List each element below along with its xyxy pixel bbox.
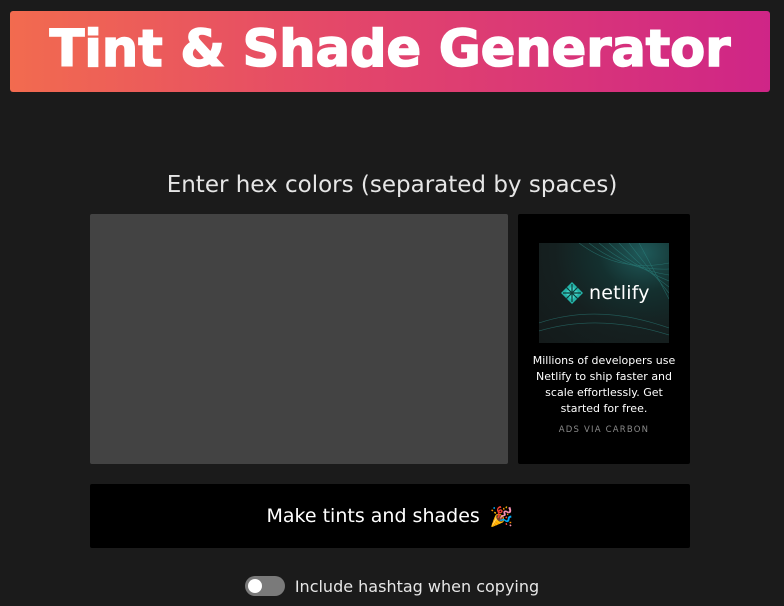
ad-image[interactable]: netlify [539, 243, 669, 343]
carbon-ad[interactable]: netlify Millions of developers use Netli… [518, 214, 690, 464]
header-banner: Tint & Shade Generator [10, 11, 770, 92]
ads-via-carbon-link[interactable]: ADS VIA CARBON [518, 425, 690, 435]
make-tints-shades-button[interactable]: Make tints and shades 🎉 [90, 484, 690, 548]
make-button-label: Make tints and shades [266, 505, 480, 527]
hex-colors-input[interactable] [90, 214, 508, 464]
netlify-logo: netlify [561, 282, 650, 304]
hashtag-option: Include hashtag when copying [0, 576, 784, 596]
hashtag-toggle[interactable] [244, 576, 285, 596]
color-input-prompt: Enter hex colors (separated by spaces) [166, 172, 618, 198]
toggle-knob [247, 579, 262, 593]
ad-brand-name: netlify [589, 282, 650, 304]
ad-text[interactable]: Millions of developers use Netlify to sh… [526, 353, 682, 417]
netlify-diamond-icon [561, 282, 583, 304]
page-title: Tint & Shade Generator [49, 20, 731, 79]
party-popper-icon: 🎉 [489, 505, 514, 528]
hashtag-toggle-label[interactable]: Include hashtag when copying [295, 577, 539, 596]
